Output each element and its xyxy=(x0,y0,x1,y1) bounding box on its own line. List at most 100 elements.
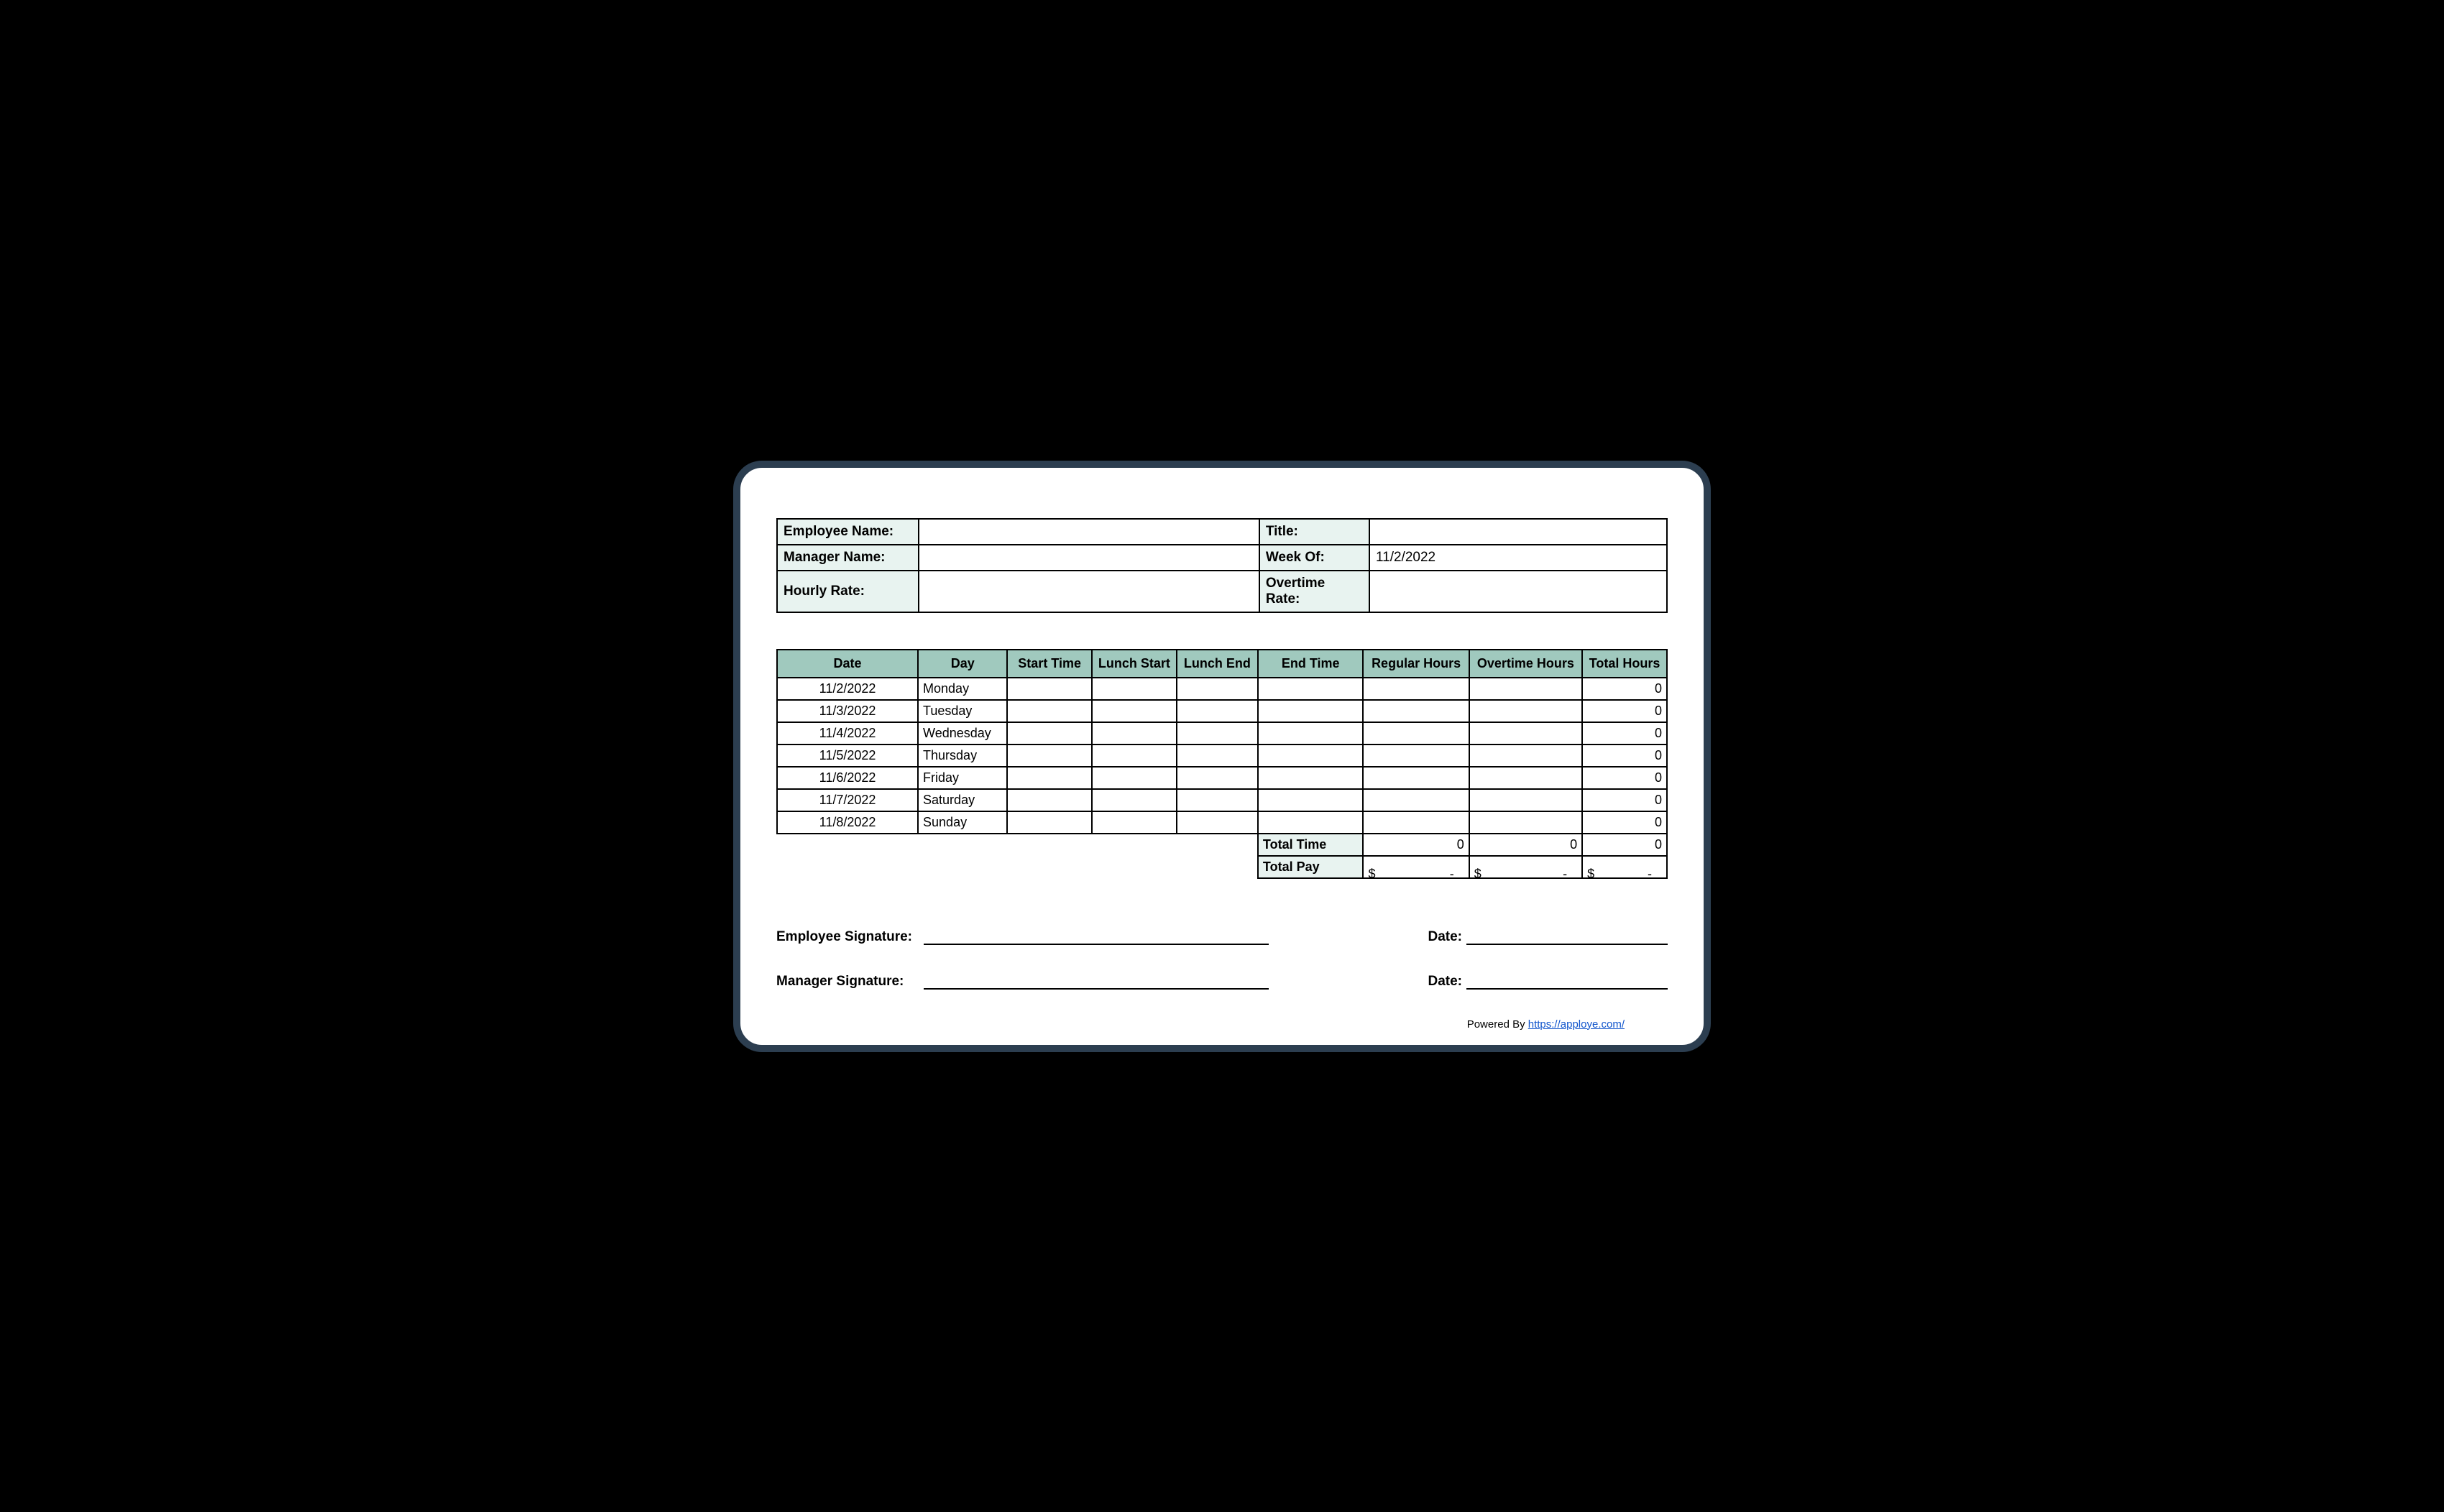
cell-date[interactable]: 11/3/2022 xyxy=(777,700,918,722)
manager-signature-label: Manager Signature: xyxy=(776,974,924,990)
cell-regular[interactable] xyxy=(1363,745,1469,767)
header-total: Total Hours xyxy=(1582,650,1667,678)
cell-total: 0 xyxy=(1582,722,1667,745)
info-table: Employee Name: Title: Manager Name: Week… xyxy=(776,518,1668,613)
cell-regular[interactable] xyxy=(1363,700,1469,722)
hourly-rate-label: Hourly Rate: xyxy=(777,571,919,612)
cell-overtime[interactable] xyxy=(1469,700,1582,722)
cell-regular[interactable] xyxy=(1363,678,1469,700)
cell-lunch-start[interactable] xyxy=(1092,789,1177,811)
cell-start[interactable] xyxy=(1007,700,1091,722)
cell-end[interactable] xyxy=(1258,811,1364,834)
info-row: Hourly Rate: Overtime Rate: xyxy=(777,571,1667,612)
cell-regular[interactable] xyxy=(1363,811,1469,834)
overtime-rate-value[interactable] xyxy=(1369,571,1667,612)
total-time-label: Total Time xyxy=(1258,834,1364,856)
cell-overtime[interactable] xyxy=(1469,811,1582,834)
signature-block: Employee Signature: Date: Manager Signat… xyxy=(776,929,1668,990)
cell-date[interactable]: 11/6/2022 xyxy=(777,767,918,789)
manager-date-label: Date: xyxy=(1428,974,1462,990)
cell-lunch-start[interactable] xyxy=(1092,811,1177,834)
cell-overtime[interactable] xyxy=(1469,789,1582,811)
employee-name-value[interactable] xyxy=(919,519,1259,545)
table-row: 11/4/2022Wednesday 0 xyxy=(777,722,1667,745)
header-overtime: Overtime Hours xyxy=(1469,650,1582,678)
manager-name-label: Manager Name: xyxy=(777,545,919,571)
table-row: 11/8/2022Sunday0 xyxy=(777,811,1667,834)
employee-date-label: Date: xyxy=(1428,929,1462,945)
cell-lunch-end[interactable] xyxy=(1177,678,1258,700)
time-table: Date Day Start Time Lunch Start Lunch En… xyxy=(776,649,1668,879)
cell-day[interactable]: Monday xyxy=(918,678,1007,700)
cell-date[interactable]: 11/5/2022 xyxy=(777,745,918,767)
cell-date[interactable]: 11/7/2022 xyxy=(777,789,918,811)
cell-total: 0 xyxy=(1582,767,1667,789)
week-of-label: Week Of: xyxy=(1259,545,1369,571)
cell-regular[interactable] xyxy=(1363,722,1469,745)
cell-total: 0 xyxy=(1582,789,1667,811)
cell-lunch-start[interactable] xyxy=(1092,722,1177,745)
total-time-row: Total Time 0 0 0 xyxy=(777,834,1667,856)
cell-date[interactable]: 11/2/2022 xyxy=(777,678,918,700)
cell-start[interactable] xyxy=(1007,722,1091,745)
cell-lunch-start[interactable] xyxy=(1092,767,1177,789)
cell-regular[interactable] xyxy=(1363,767,1469,789)
manager-name-value[interactable] xyxy=(919,545,1259,571)
manager-signature-line[interactable] xyxy=(924,974,1269,990)
cell-overtime[interactable] xyxy=(1469,722,1582,745)
cell-end[interactable] xyxy=(1258,767,1364,789)
cell-lunch-start[interactable] xyxy=(1092,745,1177,767)
cell-end[interactable] xyxy=(1258,789,1364,811)
header-day: Day xyxy=(918,650,1007,678)
timesheet-card: Employee Name: Title: Manager Name: Week… xyxy=(733,461,1711,1052)
cell-lunch-end[interactable] xyxy=(1177,767,1258,789)
info-row: Manager Name: Week Of: 11/2/2022 xyxy=(777,545,1667,571)
table-row: 11/2/2022Monday0 xyxy=(777,678,1667,700)
cell-day[interactable]: Wednesday xyxy=(918,722,1007,745)
employee-signature-line[interactable] xyxy=(924,929,1269,945)
cell-date[interactable]: 11/4/2022 xyxy=(777,722,918,745)
cell-lunch-end[interactable] xyxy=(1177,722,1258,745)
cell-lunch-start[interactable] xyxy=(1092,700,1177,722)
cell-start[interactable] xyxy=(1007,767,1091,789)
cell-end[interactable] xyxy=(1258,678,1364,700)
cell-start[interactable] xyxy=(1007,745,1091,767)
cell-lunch-end[interactable] xyxy=(1177,700,1258,722)
cell-day[interactable]: Friday xyxy=(918,767,1007,789)
total-time-regular: 0 xyxy=(1363,834,1469,856)
cell-overtime[interactable] xyxy=(1469,678,1582,700)
cell-lunch-end[interactable] xyxy=(1177,811,1258,834)
hourly-rate-value[interactable] xyxy=(919,571,1259,612)
cell-lunch-end[interactable] xyxy=(1177,745,1258,767)
total-pay-label: Total Pay xyxy=(1258,856,1364,878)
cell-regular[interactable] xyxy=(1363,789,1469,811)
cell-day[interactable]: Tuesday xyxy=(918,700,1007,722)
cell-overtime[interactable] xyxy=(1469,745,1582,767)
cell-start[interactable] xyxy=(1007,678,1091,700)
cell-start[interactable] xyxy=(1007,811,1091,834)
manager-date-line[interactable] xyxy=(1466,974,1668,990)
info-row: Employee Name: Title: xyxy=(777,519,1667,545)
cell-end[interactable] xyxy=(1258,722,1364,745)
title-value[interactable] xyxy=(1369,519,1667,545)
header-regular: Regular Hours xyxy=(1363,650,1469,678)
cell-overtime[interactable] xyxy=(1469,767,1582,789)
cell-total: 0 xyxy=(1582,700,1667,722)
week-of-value[interactable]: 11/2/2022 xyxy=(1369,545,1667,571)
total-time-total: 0 xyxy=(1582,834,1667,856)
powered-link[interactable]: https://apploye.com/ xyxy=(1528,1018,1625,1031)
cell-date[interactable]: 11/8/2022 xyxy=(777,811,918,834)
cell-start[interactable] xyxy=(1007,789,1091,811)
cell-day[interactable]: Saturday xyxy=(918,789,1007,811)
employee-date-line[interactable] xyxy=(1466,929,1668,945)
table-row: 11/5/2022Thursday 0 xyxy=(777,745,1667,767)
total-pay-overtime: $- xyxy=(1469,856,1582,878)
cell-total: 0 xyxy=(1582,745,1667,767)
cell-lunch-end[interactable] xyxy=(1177,789,1258,811)
cell-day[interactable]: Thursday xyxy=(918,745,1007,767)
cell-end[interactable] xyxy=(1258,745,1364,767)
cell-day[interactable]: Sunday xyxy=(918,811,1007,834)
cell-end[interactable] xyxy=(1258,700,1364,722)
table-row: 11/3/2022Tuesday 0 xyxy=(777,700,1667,722)
cell-lunch-start[interactable] xyxy=(1092,678,1177,700)
